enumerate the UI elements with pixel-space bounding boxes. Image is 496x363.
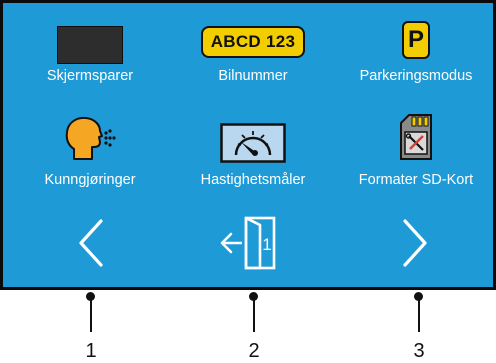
menu-item-label: Bilnummer (218, 68, 288, 84)
sd-card-icon (400, 114, 432, 160)
parking-icon: P (402, 21, 430, 59)
menu-item-license-plate[interactable]: ABCD 123 Bilnummer (173, 13, 333, 89)
chevron-right-icon[interactable] (401, 218, 429, 268)
callout-number: 3 (413, 340, 425, 362)
menu-item-screensaver[interactable]: Skjermsparer (10, 13, 170, 89)
menu-item-label: Skjermsparer (46, 68, 134, 84)
menu-item-label: Formater SD-Kort (358, 172, 474, 188)
menu-item-announcements[interactable]: Kunngjøringer (10, 105, 170, 191)
callout-number: 2 (248, 340, 260, 362)
menu-item-speedometer[interactable]: Hastighetsmåler (173, 105, 333, 191)
screensaver-icon (57, 26, 123, 64)
callout-line (252, 296, 255, 332)
callout-number: 1 (85, 340, 97, 362)
device-screen: Skjermsparer ABCD 123 Bilnummer P Parker… (0, 0, 496, 290)
menu-item-label: Hastighetsmåler (200, 172, 306, 188)
menu-item-parking-mode[interactable]: P Parkeringsmodus (336, 13, 496, 89)
announcement-icon (65, 116, 116, 160)
callout-line (417, 296, 420, 332)
exit-button[interactable]: 1 (220, 215, 280, 271)
speedometer-icon (220, 123, 286, 163)
menu-item-format-sd[interactable]: Formater SD-Kort (336, 105, 496, 191)
callout-line (89, 296, 92, 332)
exit-badge: 1 (262, 235, 271, 254)
license-plate-icon: ABCD 123 (201, 26, 305, 58)
menu-item-label: Parkeringsmodus (359, 68, 473, 84)
chevron-left-icon[interactable] (77, 218, 105, 268)
exit-door-icon: 1 (220, 216, 276, 270)
menu-item-label: Kunngjøringer (44, 172, 136, 188)
